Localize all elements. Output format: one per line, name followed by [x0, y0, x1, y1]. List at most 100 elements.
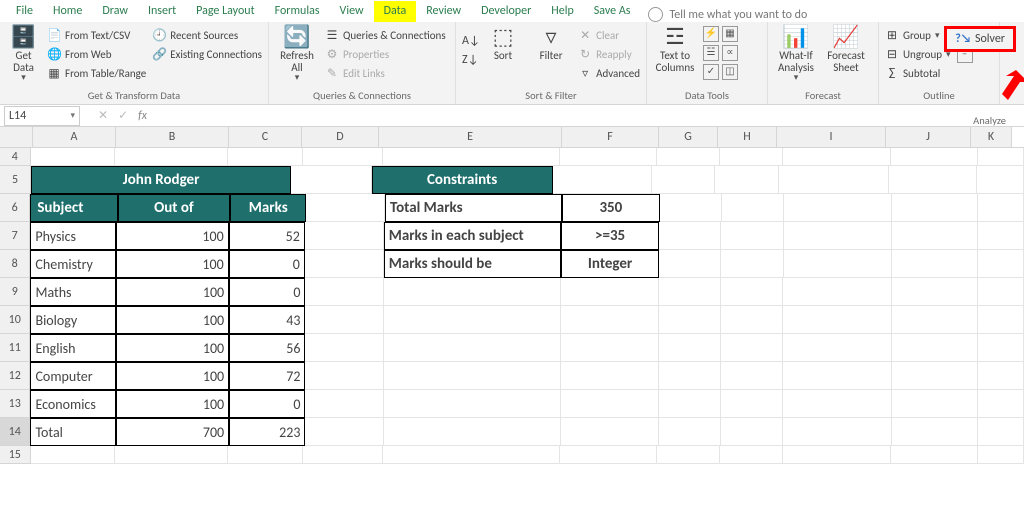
- table-cell[interactable]: Physics: [30, 222, 115, 250]
- table-cell[interactable]: 0: [229, 278, 305, 306]
- tab-insert[interactable]: Insert: [138, 1, 186, 22]
- row-header[interactable]: 8: [0, 250, 30, 278]
- tab-review[interactable]: Review: [416, 1, 471, 22]
- row-header[interactable]: 10: [0, 306, 30, 334]
- recent-sources-button[interactable]: 🕘Recent Sources: [152, 26, 262, 44]
- col-header[interactable]: K: [971, 127, 1012, 147]
- from-table-range-button[interactable]: ▦From Table/Range: [47, 64, 146, 82]
- flash-fill-button[interactable]: ⚡: [703, 26, 719, 42]
- row-header[interactable]: 5: [0, 166, 31, 194]
- tab-home[interactable]: Home: [43, 1, 92, 22]
- row-header[interactable]: 15: [0, 446, 31, 464]
- table-cell[interactable]: 100: [116, 362, 229, 390]
- col-header[interactable]: I: [777, 127, 886, 147]
- remove-duplicates-button[interactable]: ☱: [703, 45, 719, 61]
- from-web-button[interactable]: 🌐From Web: [47, 45, 146, 63]
- table-cell[interactable]: 100: [116, 250, 229, 278]
- tab-page-layout[interactable]: Page Layout: [186, 1, 264, 22]
- table-cell[interactable]: 72: [229, 362, 305, 390]
- table-cell[interactable]: 100: [116, 306, 229, 334]
- row-header[interactable]: 4: [0, 148, 31, 166]
- row-header[interactable]: 12: [0, 362, 30, 390]
- tab-help[interactable]: Help: [541, 1, 584, 22]
- enter-formula-icon[interactable]: ✓: [118, 108, 128, 123]
- row-header[interactable]: 6: [0, 194, 30, 222]
- row-header[interactable]: 11: [0, 334, 30, 362]
- data-model-button[interactable]: ◫: [722, 64, 738, 80]
- col-header[interactable]: E: [379, 127, 562, 147]
- queries-connections-button[interactable]: ☰Queries & Connections: [325, 26, 446, 44]
- tab-file[interactable]: File: [6, 1, 43, 22]
- fx-icon[interactable]: fx: [138, 109, 147, 123]
- sort-asc-button[interactable]: A↓: [462, 32, 476, 50]
- text-to-columns-button[interactable]: ☲ Text to Columns: [653, 26, 697, 73]
- from-table-label: From Table/Range: [65, 67, 146, 80]
- table-cell[interactable]: English: [30, 334, 116, 362]
- forecast-sheet-button[interactable]: 📈 Forecast Sheet: [824, 26, 868, 73]
- cancel-formula-icon[interactable]: ✕: [98, 108, 108, 123]
- col-header[interactable]: H: [718, 127, 777, 147]
- col-header[interactable]: B: [116, 127, 229, 147]
- col-header[interactable]: C: [229, 127, 302, 147]
- table-cell[interactable]: Maths: [30, 278, 116, 306]
- web-icon: 🌐: [47, 47, 61, 62]
- table-cell[interactable]: 43: [229, 306, 305, 334]
- col-header[interactable]: D: [302, 127, 379, 147]
- table-cell[interactable]: Computer: [30, 362, 116, 390]
- tab-view[interactable]: View: [330, 1, 374, 22]
- col-header[interactable]: J: [886, 127, 971, 147]
- tab-formulas[interactable]: Formulas: [265, 1, 330, 22]
- table-cell[interactable]: 56: [229, 334, 305, 362]
- col-header[interactable]: G: [659, 127, 718, 147]
- recent-icon: 🕘: [152, 28, 166, 43]
- col-header[interactable]: F: [562, 127, 659, 147]
- col-marks: Marks: [230, 194, 306, 222]
- filter-button[interactable]: ▿ Filter: [530, 26, 572, 62]
- get-data-button[interactable]: 🗄️ Get Data: [6, 26, 41, 83]
- table-cell[interactable]: 100: [116, 390, 229, 418]
- row-header[interactable]: 9: [0, 278, 30, 306]
- sort-desc-button[interactable]: Z↓: [462, 51, 476, 69]
- tab-developer[interactable]: Developer: [471, 1, 541, 22]
- select-all-corner[interactable]: [0, 127, 33, 147]
- table-cell[interactable]: Total: [30, 418, 116, 446]
- table-cell[interactable]: 0: [229, 390, 305, 418]
- row-header[interactable]: 13: [0, 390, 30, 418]
- tell-me-search[interactable]: Tell me what you want to do: [648, 7, 807, 22]
- existing-connections-button[interactable]: 🔗Existing Connections: [152, 45, 262, 63]
- data-validation-button[interactable]: ✓: [703, 64, 719, 80]
- group-label-get-transform: Get & Transform Data: [6, 88, 262, 102]
- tab-draw[interactable]: Draw: [92, 1, 138, 22]
- table-cell[interactable]: Chemistry: [30, 250, 115, 278]
- col-header[interactable]: A: [33, 127, 116, 147]
- group-button[interactable]: ⊞Group: [885, 26, 951, 44]
- table-cell[interactable]: Biology: [30, 306, 116, 334]
- name-box[interactable]: L14: [4, 106, 80, 126]
- table-cell[interactable]: 0: [229, 250, 305, 278]
- tab-save-as[interactable]: Save As: [584, 1, 641, 22]
- row-header[interactable]: 7: [0, 222, 30, 250]
- table-cell[interactable]: 52: [229, 222, 305, 250]
- row-header[interactable]: 14: [0, 418, 30, 446]
- what-if-analysis-button[interactable]: 📊 What-If Analysis: [774, 26, 818, 83]
- worksheet-grid[interactable]: A B C D E F G H I J K 4 5 John Rodger Co…: [0, 127, 1024, 464]
- clear-label: Clear: [596, 29, 619, 42]
- table-cell[interactable]: 100: [116, 278, 229, 306]
- subtotal-button[interactable]: ∑Subtotal: [885, 64, 951, 82]
- constraint-label: Marks should be: [384, 250, 561, 278]
- table-cell[interactable]: 100: [116, 222, 229, 250]
- refresh-all-button[interactable]: 🔄 Refresh All: [275, 26, 319, 83]
- sort-button[interactable]: ⬚ Sort: [482, 26, 524, 62]
- tab-data[interactable]: Data: [374, 1, 417, 22]
- table-cell[interactable]: 223: [229, 418, 305, 446]
- consolidate-button[interactable]: ▦: [722, 26, 738, 42]
- advanced-button[interactable]: ▿Advanced: [578, 64, 640, 82]
- relationships-button[interactable]: ∝: [722, 45, 738, 61]
- table-cell[interactable]: 700: [116, 418, 229, 446]
- solver-button[interactable]: ?↘ Solver: [944, 26, 1016, 52]
- table-cell[interactable]: 100: [116, 334, 229, 362]
- from-text-csv-button[interactable]: 📄From Text/CSV: [47, 26, 146, 44]
- clear-icon: ✕: [578, 28, 592, 43]
- table-cell[interactable]: Economics: [30, 390, 116, 418]
- ungroup-button[interactable]: ⊟Ungroup: [885, 45, 951, 63]
